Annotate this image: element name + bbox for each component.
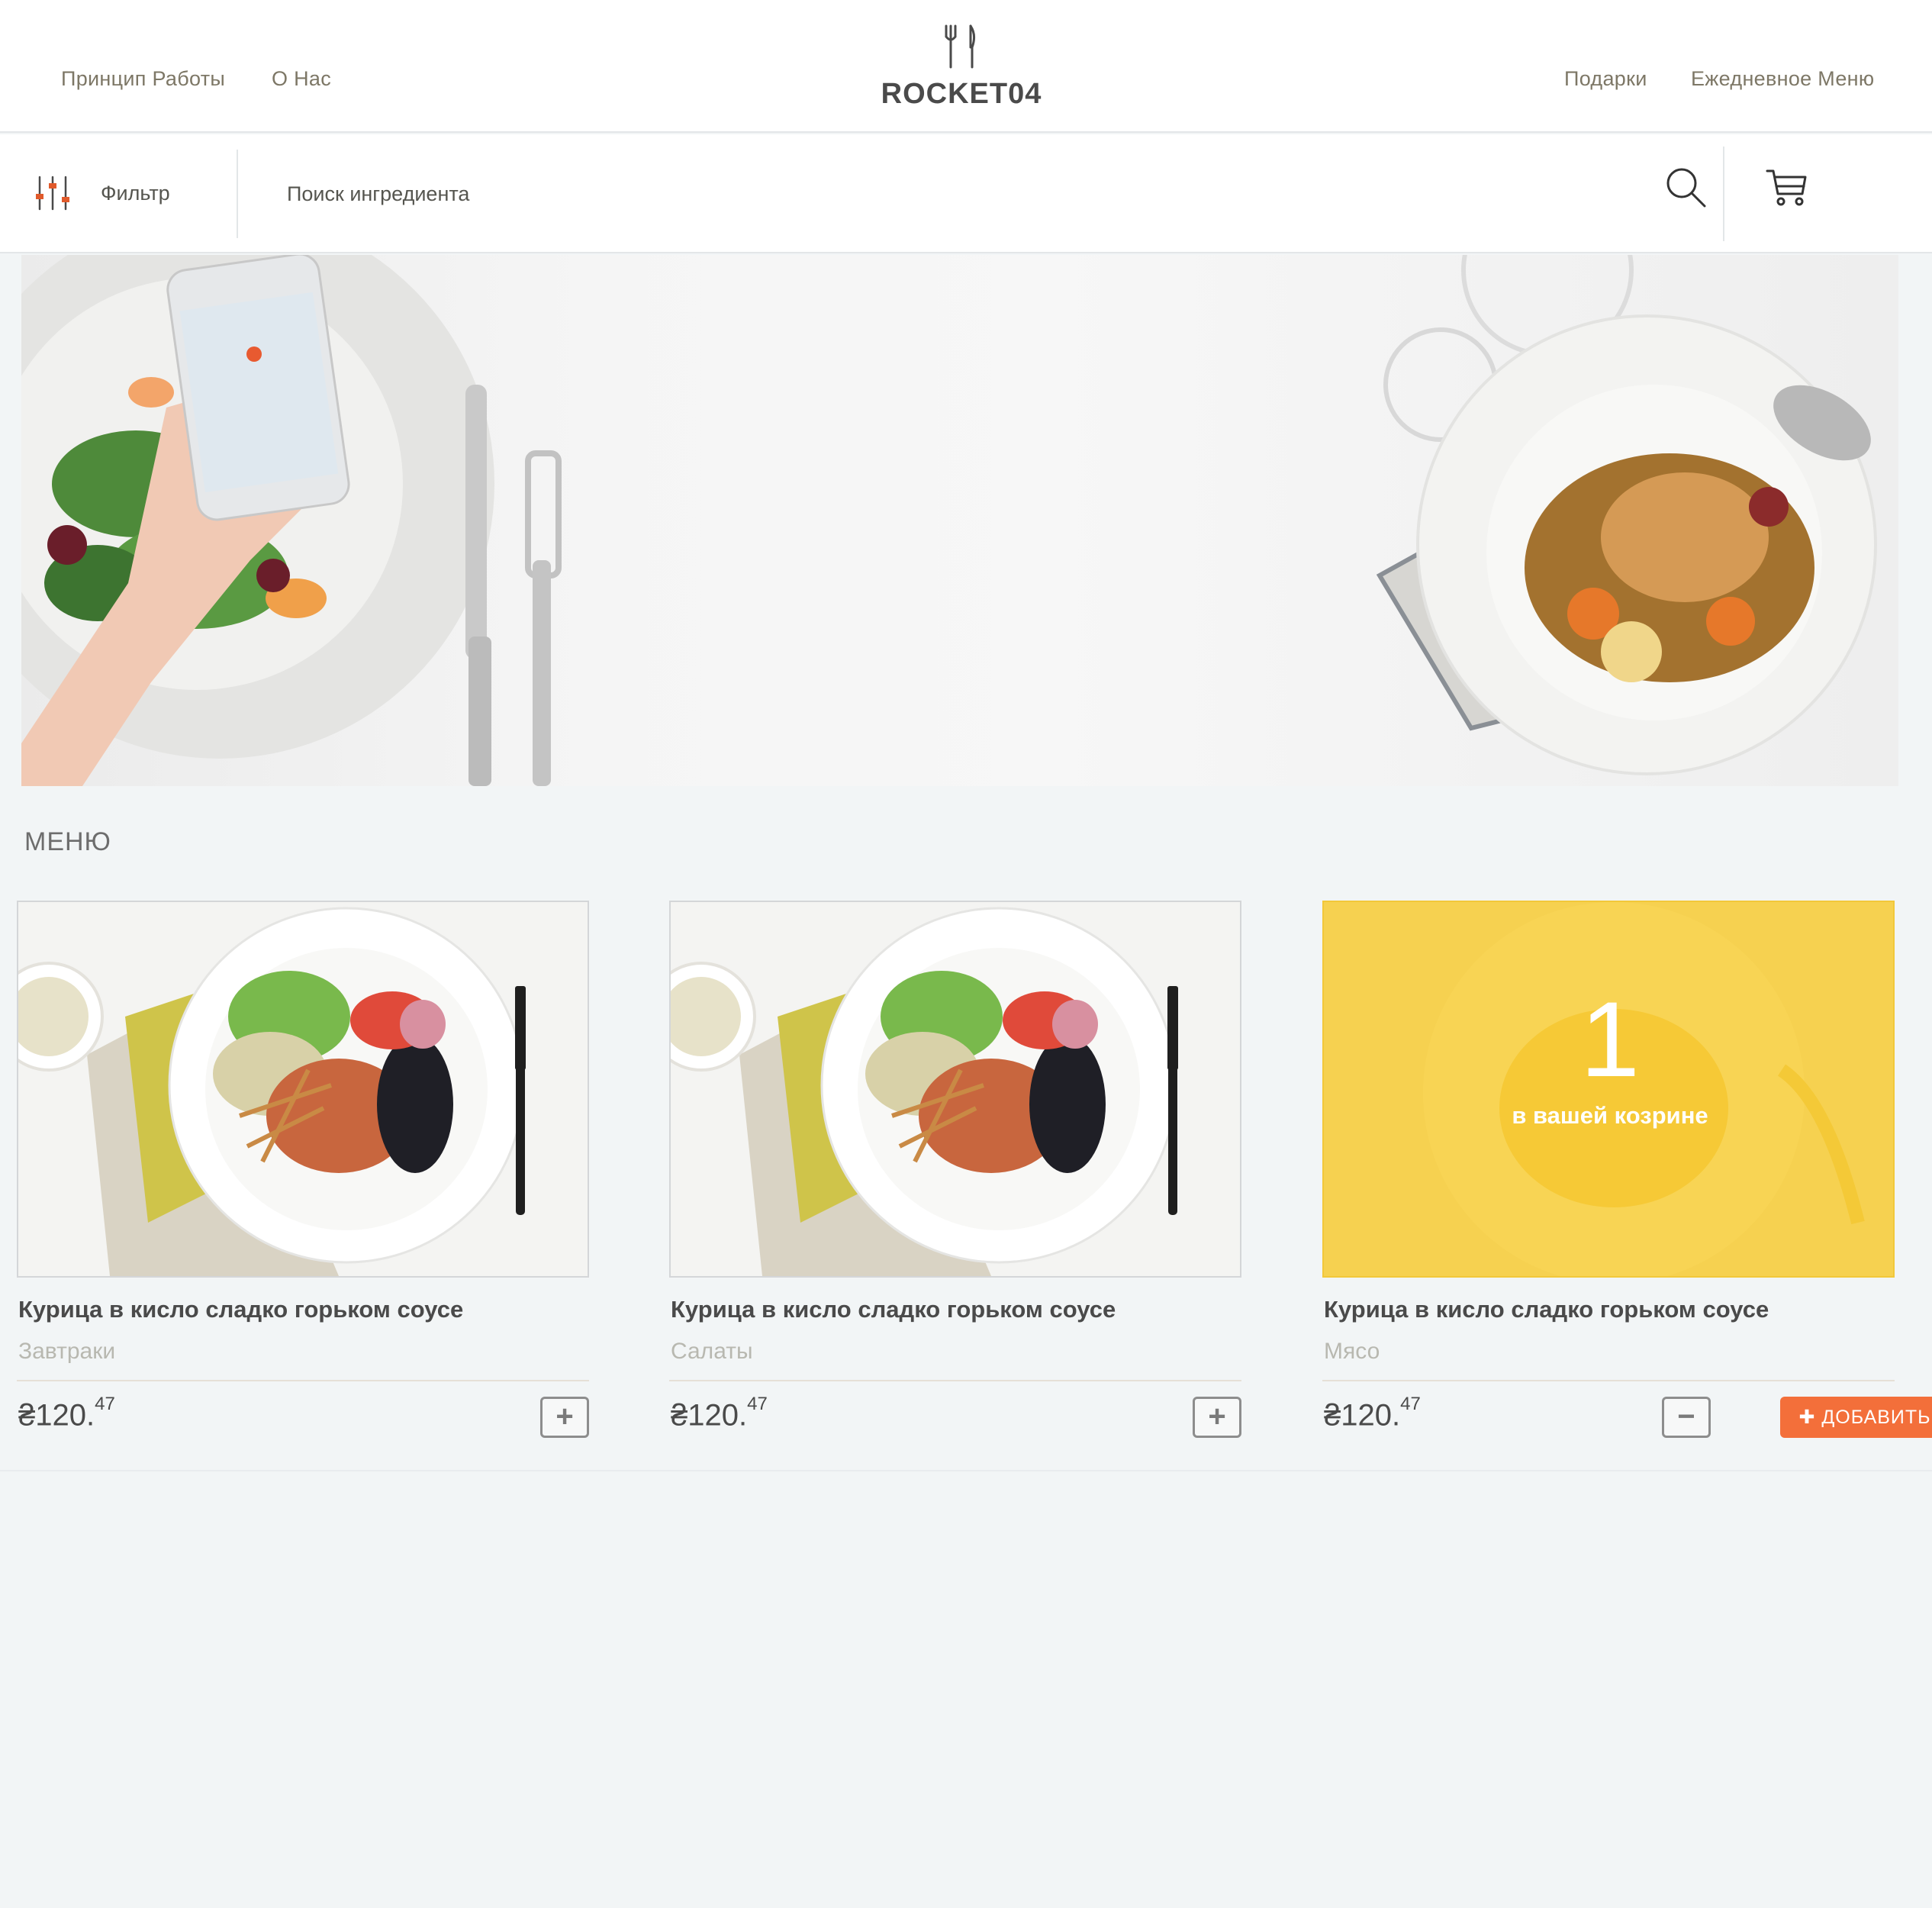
- divider: [1723, 147, 1724, 241]
- dish-title: Курица в кисло сладко горьком соусе: [18, 1296, 464, 1323]
- add-button[interactable]: ✚ ДОБАВИТЬ: [1780, 1397, 1932, 1438]
- add-to-cart-button[interactable]: +: [1193, 1397, 1241, 1438]
- dish-category: Салаты: [671, 1339, 753, 1364]
- dish-photo: [18, 902, 588, 1276]
- filter-label: Фильтр: [101, 182, 170, 205]
- price-cents: 47: [95, 1394, 115, 1414]
- site-header: Принцип Работы О Нас ROCKET04 Подарки Еж…: [0, 0, 1932, 133]
- ingredient-search-input[interactable]: [287, 169, 1584, 218]
- dish-category: Мясо: [1324, 1339, 1380, 1364]
- dish-image[interactable]: [669, 901, 1241, 1278]
- cart-quantity: 1: [1580, 979, 1640, 1099]
- menu-card-in-cart: 1 в вашей козрине Курица в кисло сладко …: [1322, 901, 1932, 1442]
- dish-image[interactable]: [17, 901, 589, 1278]
- cutlery-icon: [945, 24, 976, 69]
- divider: [1322, 1380, 1895, 1381]
- price-cents: 47: [747, 1394, 768, 1414]
- dish-image[interactable]: 1 в вашей козрине: [1322, 901, 1895, 1278]
- add-to-cart-button[interactable]: +: [540, 1397, 589, 1438]
- dish-price: ₴120.47: [18, 1394, 115, 1433]
- search-toolbar: Фильтр: [0, 134, 1932, 253]
- nav-link-about[interactable]: О Нас: [272, 67, 331, 91]
- search-icon[interactable]: [1663, 165, 1709, 211]
- hero-food-image: [21, 255, 1877, 786]
- divider: [17, 1380, 589, 1381]
- nav-link-gifts[interactable]: Подарки: [1564, 67, 1647, 91]
- divider: [237, 150, 238, 238]
- cart-note: в вашей козрине: [1512, 1102, 1708, 1129]
- nav-link-daily-menu[interactable]: Ежедневное Меню: [1691, 67, 1874, 91]
- filter-button[interactable]: Фильтр: [34, 165, 201, 223]
- hero-banner: [21, 255, 1898, 786]
- shopping-cart-icon[interactable]: [1764, 165, 1810, 211]
- nav-link-how-it-works[interactable]: Принцип Работы: [61, 67, 225, 91]
- remove-from-cart-button[interactable]: −: [1662, 1397, 1711, 1438]
- dish-price: ₴120.47: [671, 1394, 768, 1433]
- divider: [0, 1470, 1932, 1471]
- dish-title: Курица в кисло сладко горьком соусе: [1324, 1296, 1769, 1323]
- dish-price: ₴120.47: [1324, 1394, 1421, 1433]
- divider: [669, 1380, 1241, 1381]
- dish-photo: [671, 902, 1240, 1276]
- price-cents: 47: [1400, 1394, 1421, 1414]
- dish-category: Завтраки: [18, 1339, 116, 1364]
- menu-card: Курица в кисло сладко горьком соусе Сала…: [669, 901, 1246, 1442]
- menu-card: Курица в кисло сладко горьком соусе Завт…: [17, 901, 594, 1442]
- logo[interactable]: ROCKET04: [877, 24, 1045, 116]
- dish-title: Курица в кисло сладко горьком соусе: [671, 1296, 1116, 1323]
- sliders-icon: [36, 176, 69, 211]
- logo-text: ROCKET04: [881, 78, 1042, 110]
- menu-heading: МЕНЮ: [24, 827, 111, 856]
